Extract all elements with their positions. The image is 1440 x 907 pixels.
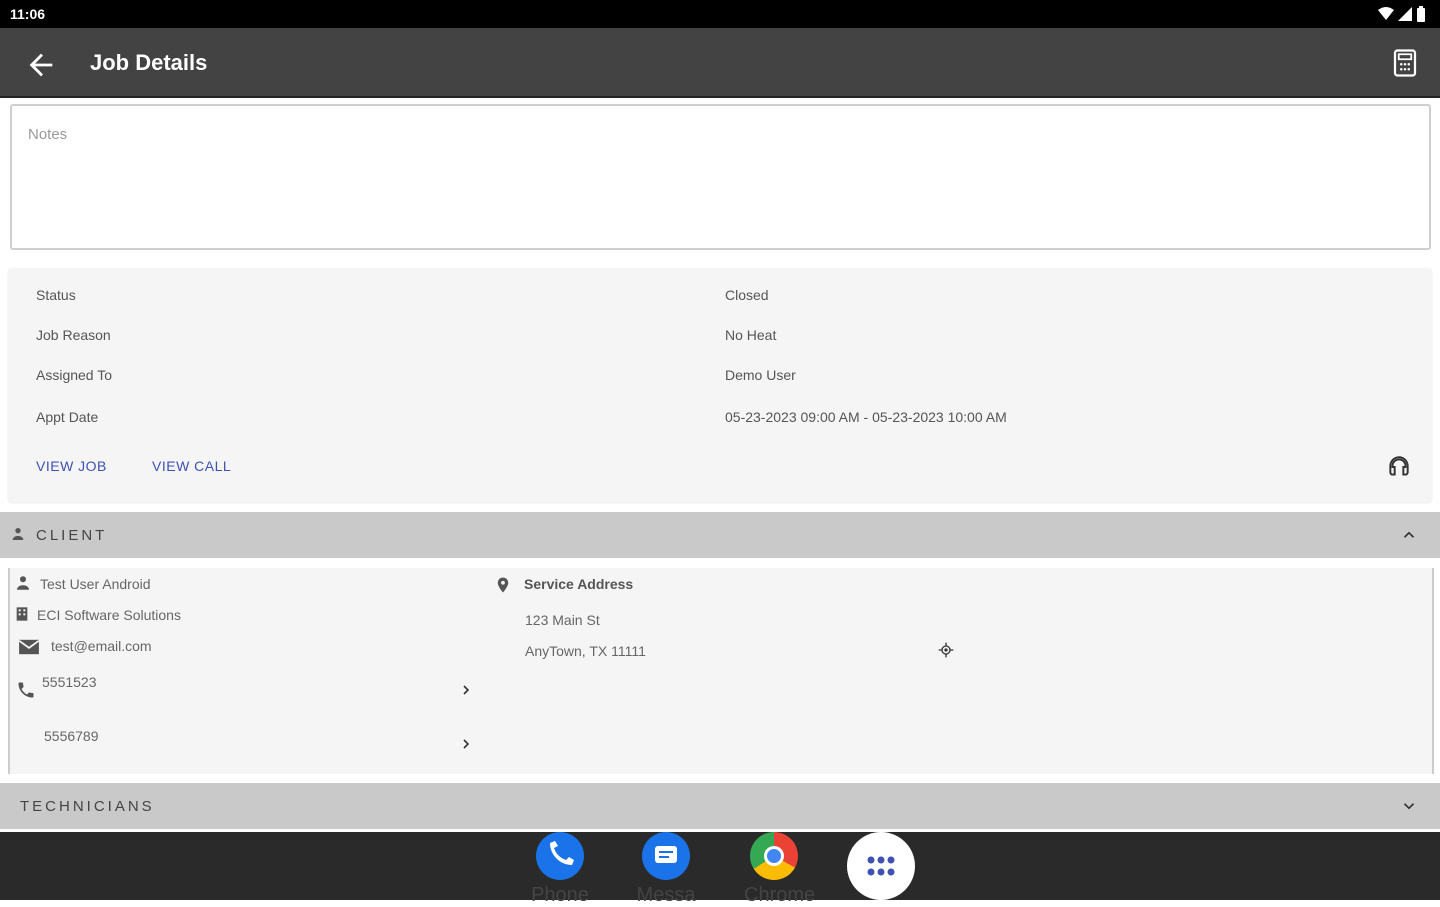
status-value: Closed <box>725 287 769 303</box>
phone-app-label: Phone <box>531 884 589 906</box>
chevron-down-icon[interactable] <box>1400 797 1418 815</box>
service-address-label: Service Address <box>524 576 634 592</box>
assigned-to-value: Demo User <box>725 367 796 383</box>
technicians-section-title: TECHNICIANS <box>20 798 155 815</box>
client-section-title: CLIENT <box>36 527 108 544</box>
page-title: Job Details <box>90 50 208 75</box>
gps-target-icon[interactable] <box>938 642 954 658</box>
job-reason-value: No Heat <box>725 327 777 343</box>
job-reason-label: Job Reason <box>36 327 111 343</box>
chrome-app-icon <box>750 832 798 880</box>
email-icon <box>18 639 40 655</box>
chevron-right-icon[interactable] <box>458 736 474 752</box>
appt-date-label: Appt Date <box>36 409 99 425</box>
chrome-app-label: Chrome <box>744 884 816 906</box>
client-company: ECI Software Solutions <box>37 607 181 623</box>
phone-number-2[interactable]: 5556789 <box>44 728 99 744</box>
phone-icon <box>18 682 34 698</box>
messages-app-label: Messa <box>636 884 696 906</box>
notes-placeholder: Notes <box>28 126 68 143</box>
phone-number-1[interactable]: 5551523 <box>42 674 97 690</box>
client-details-card: Test User Android ECI Software Solutions… <box>8 568 1434 774</box>
appt-date-value: 05-23-2023 09:00 AM - 05-23-2023 10:00 A… <box>725 409 1007 425</box>
view-job-button[interactable]: VIEW JOB <box>36 458 107 474</box>
battery-icon <box>1417 6 1425 22</box>
client-email[interactable]: test@email.com <box>51 638 152 654</box>
job-details-card: Status Closed Job Reason No Heat Assigne… <box>8 268 1432 502</box>
status-label: Status <box>36 287 76 303</box>
app-dock: Phone Messa Chrome <box>0 832 1440 906</box>
messages-app-icon <box>642 832 690 880</box>
chevron-up-icon[interactable] <box>1400 526 1418 544</box>
view-call-button[interactable]: VIEW CALL <box>152 458 231 474</box>
location-pin-icon <box>497 577 509 593</box>
wifi-icon <box>1378 7 1394 20</box>
notes-field[interactable]: Notes <box>10 104 1431 250</box>
building-icon <box>16 607 28 621</box>
client-name: Test User Android <box>40 576 151 592</box>
dock-phone[interactable]: Phone <box>530 832 590 907</box>
headset-icon[interactable] <box>1386 454 1412 480</box>
address-line-1: 123 Main St <box>525 612 600 628</box>
chevron-right-icon[interactable] <box>458 682 474 698</box>
person-icon <box>17 576 29 590</box>
dock-chrome[interactable]: Chrome <box>744 832 816 907</box>
system-icons <box>1378 6 1426 22</box>
status-time: 11:06 <box>10 6 46 22</box>
technicians-section-header[interactable]: TECHNICIANS <box>0 783 1440 829</box>
assigned-to-label: Assigned To <box>36 367 113 383</box>
calculator-icon[interactable] <box>1390 48 1420 78</box>
dock-app-drawer[interactable] <box>846 832 916 900</box>
status-bar: 11:06 <box>0 0 1440 28</box>
app-bar: Job Details <box>0 28 1440 98</box>
back-arrow-icon[interactable] <box>24 48 58 82</box>
phone-app-icon <box>536 832 584 880</box>
address-line-2: AnyTown, TX 11111 <box>525 643 646 659</box>
app-drawer-icon <box>847 832 915 900</box>
client-section-header[interactable]: CLIENT <box>0 512 1440 558</box>
signal-icon <box>1398 7 1412 21</box>
dock-messages[interactable]: Messa <box>636 832 696 907</box>
person-icon <box>12 528 24 540</box>
